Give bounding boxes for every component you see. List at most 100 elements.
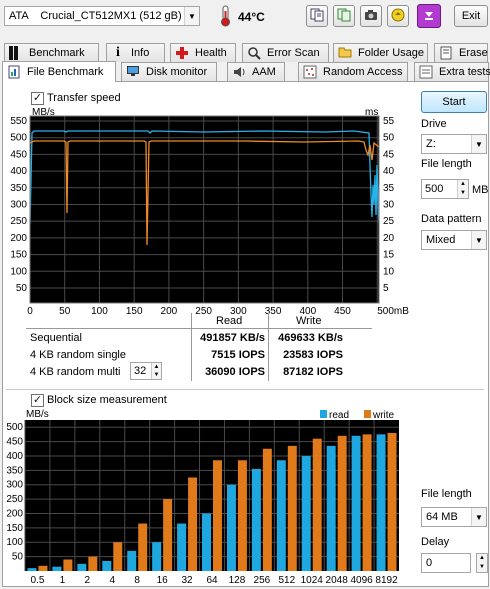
tab-extra-tests[interactable]: Extra tests [414, 62, 490, 81]
erase-icon [439, 46, 453, 60]
y-tick-label: 350 [10, 183, 27, 194]
x-tick-label: 32 [182, 575, 194, 586]
tab-error-scan[interactable]: Error Scan [242, 43, 329, 62]
chevron-down-icon[interactable]: ▼ [471, 231, 486, 249]
random-multi-read-value: 36090 IOPS [205, 366, 265, 378]
tab-aam-label: AAM [252, 66, 276, 78]
save-results-button[interactable] [387, 5, 409, 27]
random-single-read-value: 7515 IOPS [211, 349, 265, 361]
spinner-arrows-icon[interactable]: ▲ ▼ [151, 363, 161, 379]
tab-folder-usage[interactable]: Folder Usage [333, 43, 428, 62]
sequential-read-value: 491857 KB/s [200, 332, 265, 344]
download-arrow-icon [422, 8, 436, 25]
save-disk-icon [391, 8, 405, 25]
tab-erase[interactable]: Erase [434, 43, 488, 62]
section-divider [6, 389, 484, 390]
read-bar [77, 563, 87, 571]
file-length-label: File length [421, 158, 472, 170]
start-button[interactable]: Start [421, 91, 487, 113]
chevron-down-icon[interactable]: ▼ [184, 7, 199, 25]
drive-label: Drive [421, 118, 447, 130]
y-tick-label: 200 [10, 233, 27, 244]
y-tick-label: 350 [6, 465, 23, 476]
read-bar [226, 484, 236, 571]
queue-depth-value[interactable]: 32 [134, 365, 146, 377]
tab-aam[interactable]: AAM [227, 62, 285, 81]
legend-write-label: write [372, 410, 395, 421]
copy-all-button[interactable] [333, 5, 355, 27]
chevron-down-icon[interactable]: ▼ [471, 135, 486, 153]
block-file-length-select[interactable]: 64 MB ▼ [421, 507, 487, 527]
write-bar [63, 559, 73, 571]
copy-text-button[interactable] [306, 5, 328, 27]
exit-label: Exit [461, 10, 481, 22]
exit-button[interactable]: Exit [454, 5, 488, 27]
benchmark-icon [9, 46, 23, 60]
right-tick-label: 5 [383, 283, 389, 294]
x-tick-label: 500mB [377, 306, 409, 317]
file-length-value[interactable]: 500 [425, 183, 443, 195]
drive-letter-select[interactable]: Z: ▼ [421, 134, 487, 154]
block-file-length-value: 64 MB [426, 511, 458, 523]
block-size-label: Block size measurement [47, 394, 167, 406]
tab-random-access[interactable]: Random Access [298, 62, 408, 81]
right-tick-label: 15 [383, 250, 395, 261]
x-tick-label: 2048 [326, 575, 349, 586]
delay-stepper[interactable]: ▲ ▼ [476, 553, 488, 573]
x-tick-label: 1 [60, 575, 66, 586]
write-bar [312, 438, 322, 571]
x-tick-label: 4096 [350, 575, 373, 586]
read-bar [326, 445, 336, 571]
y-tick-label: 250 [10, 216, 27, 227]
write-bar [188, 477, 198, 571]
y-tick-label: 500 [10, 133, 27, 144]
x-tick-label: 512 [278, 575, 295, 586]
x-tick-label: 128 [229, 575, 246, 586]
random-single-label: 4 KB random single [30, 349, 126, 361]
drive-letter-value: Z: [426, 138, 436, 150]
write-bar [138, 523, 148, 571]
block-file-length-label: File length [421, 488, 472, 500]
tab-disk-monitor-label: Disk monitor [146, 66, 208, 78]
drive-select[interactable]: ATA Crucial_CT512MX1 (512 gB) ▼ [4, 6, 200, 26]
tab-benchmark[interactable]: Benchmark [4, 43, 99, 62]
y-tick-label: 100 [10, 266, 27, 277]
tab-benchmark-label: Benchmark [29, 47, 85, 59]
y-tick-label: 300 [6, 480, 23, 491]
spinner-arrows-icon[interactable]: ▲ ▼ [457, 180, 468, 198]
read-bar [177, 523, 187, 571]
extra-tests-icon [419, 65, 433, 79]
tab-health[interactable]: Health [170, 43, 236, 62]
x-tick-label: 1024 [301, 575, 324, 586]
tab-info-label: Info [131, 47, 150, 59]
transfer-speed-checkbox[interactable]: ✓ [31, 92, 44, 105]
tab-file-benchmark[interactable]: File Benchmark [2, 61, 116, 82]
block-y-unit: MB/s [26, 409, 49, 420]
write-bar [88, 556, 98, 571]
y-tick-label: 500 [6, 422, 23, 433]
tab-random-access-label: Random Access [323, 66, 403, 78]
legend-read-label: read [329, 410, 349, 421]
spinner-arrows-icon[interactable]: ▲ ▼ [479, 555, 485, 570]
queue-depth-spinner[interactable]: 32 ▲ ▼ [130, 362, 162, 380]
screenshot-button[interactable] [360, 5, 382, 27]
random-access-icon [303, 65, 317, 79]
download-button[interactable] [417, 4, 441, 28]
chevron-down-icon[interactable]: ▼ [471, 508, 486, 526]
random-single-write-value: 23583 IOPS [283, 349, 343, 361]
data-pattern-select[interactable]: Mixed ▼ [421, 230, 487, 250]
file-length-spinner[interactable]: 500 ▲ ▼ [421, 179, 469, 199]
right-tick-label: 25 [383, 216, 395, 227]
y-tick-label: 450 [10, 149, 27, 160]
y-tick-label: 150 [6, 523, 23, 534]
delay-value[interactable]: 0 [426, 557, 432, 569]
block-size-chart: MB/s read write 500450400350300250200150… [6, 409, 399, 586]
write-bar [387, 432, 397, 571]
read-bar [102, 560, 112, 571]
read-bar [351, 435, 361, 571]
delay-spinner[interactable]: 0 [421, 553, 471, 573]
x-tick-label: 8192 [375, 575, 398, 586]
tab-disk-monitor[interactable]: Disk monitor [121, 62, 217, 81]
tab-info[interactable]: i Info [106, 43, 165, 62]
write-bar [262, 448, 272, 571]
